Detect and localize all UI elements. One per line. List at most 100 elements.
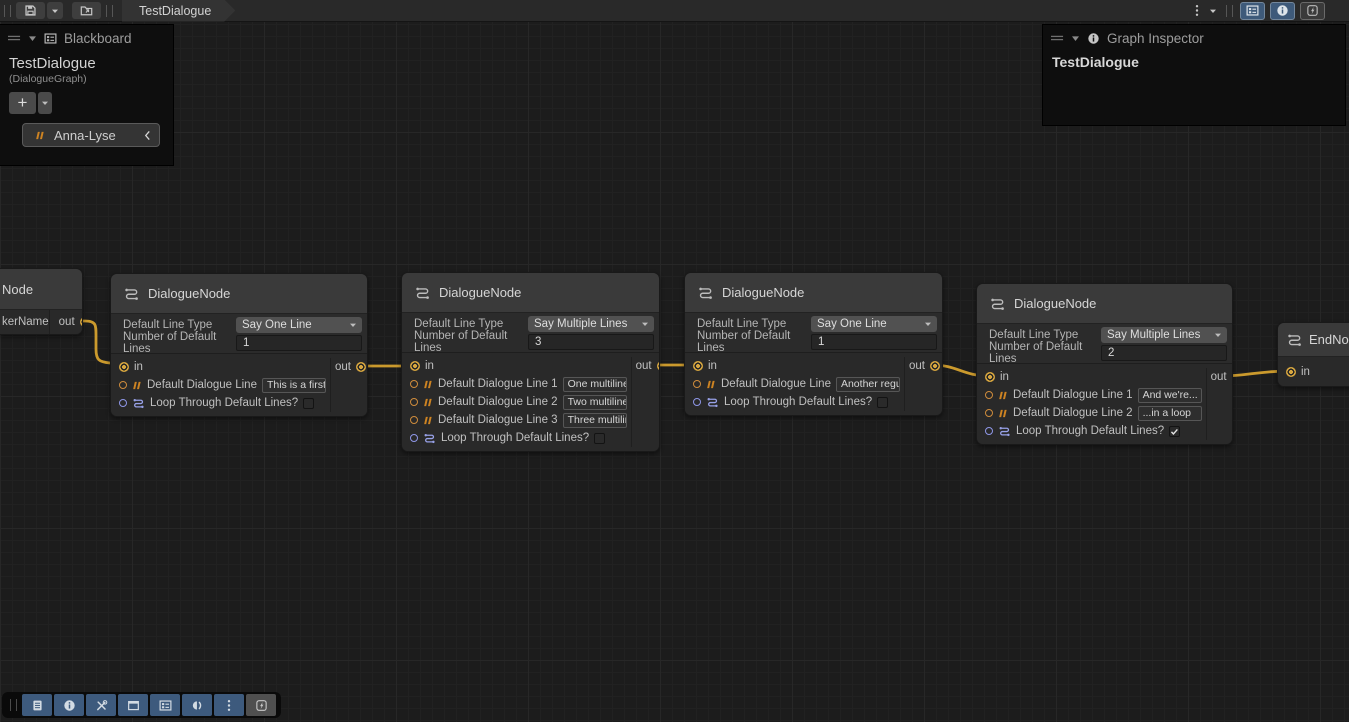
node-title-bar[interactable]: DialogueNode [111, 274, 367, 314]
end-node[interactable]: EndNode in [1277, 322, 1349, 387]
number-of-lines-field[interactable]: 1 [236, 335, 362, 351]
dialogue-line-field[interactable]: ...in a loop [1138, 406, 1202, 421]
bool-input-port[interactable] [693, 398, 701, 406]
exec-output-port[interactable] [930, 361, 940, 371]
blackboard-graph-name: TestDialogue [0, 51, 173, 72]
add-field-arrow-button[interactable] [38, 92, 52, 114]
port-row: in [1278, 357, 1349, 386]
chevron-left-icon[interactable] [144, 130, 151, 141]
output-ports: out [904, 357, 943, 411]
dialogue-node-2[interactable]: DialogueNodeDefault Line TypeSay Multipl… [401, 272, 660, 452]
blackboard-button[interactable] [150, 694, 180, 716]
bolt-icon [255, 699, 268, 712]
save-options-button[interactable] [47, 2, 63, 19]
graph-button[interactable] [246, 694, 276, 716]
property-row: Number of Default Lines1 [111, 334, 367, 352]
exec-output-port[interactable] [356, 362, 366, 372]
add-field-button[interactable]: + [9, 92, 36, 114]
string-input-port[interactable] [410, 398, 418, 406]
string-input-port[interactable] [119, 381, 127, 389]
line-type-dropdown[interactable]: Say Multiple Lines [528, 316, 654, 332]
dropdown-arrow-icon [1214, 331, 1222, 339]
kebab-icon [227, 699, 231, 712]
line-type-dropdown[interactable]: Say Multiple Lines [1101, 327, 1227, 343]
dialogue-line-field[interactable]: Another regular [836, 377, 900, 392]
overflow-menu-button[interactable] [1191, 2, 1203, 19]
port-row: Default Dialogue Line 1And we're... [977, 386, 1206, 404]
exec-output-port[interactable] [1232, 372, 1233, 382]
string-input-port[interactable] [410, 380, 418, 388]
toggle-inspector-button[interactable] [1270, 2, 1295, 20]
port-label: in [1301, 366, 1310, 378]
graph-inspector-panel: Graph Inspector TestDialogue [1043, 25, 1345, 125]
bool-input-port[interactable] [410, 434, 418, 442]
dialogue-node-1[interactable]: DialogueNodeDefault Line TypeSay One Lin… [110, 273, 368, 417]
panel-drag-handle-icon[interactable] [8, 34, 21, 42]
tab-testdialogue[interactable]: TestDialogue [122, 0, 235, 22]
dialogue-line-field[interactable]: Two multiline [563, 395, 627, 410]
collapse-caret-icon[interactable] [1071, 35, 1080, 42]
toolbar-drag-handle[interactable] [106, 5, 113, 17]
blackboard-field-anna-lyse[interactable]: Anna-Lyse [22, 123, 160, 147]
dialogue-line-field[interactable]: This is a first [262, 378, 326, 393]
string-input-port[interactable] [410, 416, 418, 424]
overflow-arrow-button[interactable] [1205, 2, 1221, 19]
exec-input-port[interactable] [985, 372, 995, 382]
line-type-dropdown[interactable]: Say One Line [811, 316, 937, 332]
node-title-bar[interactable]: DialogueNode [402, 273, 659, 313]
loop-checkbox[interactable] [877, 397, 888, 408]
exec-output-port[interactable] [80, 317, 83, 327]
toolbar-drag-handle[interactable] [10, 699, 17, 711]
toolbar-drag-handle[interactable] [4, 5, 11, 17]
exec-input-port[interactable] [410, 361, 420, 371]
toggle-blackboard-button[interactable] [1240, 2, 1265, 20]
property-row: Number of Default Lines2 [977, 344, 1232, 362]
input-ports: inDefault Dialogue LineAnother regularLo… [685, 357, 904, 411]
line-type-dropdown[interactable]: Say One Line [236, 317, 362, 333]
graph-canvas[interactable]: NodekerNameout DialogueNodeDefault Line T… [0, 0, 1349, 722]
collapse-caret-icon[interactable] [28, 35, 37, 42]
overflow-button[interactable] [214, 694, 244, 716]
inspector-button[interactable] [54, 694, 84, 716]
window-button[interactable] [118, 694, 148, 716]
dialogue-node-4[interactable]: DialogueNodeDefault Line TypeSay Multipl… [976, 283, 1233, 445]
exec-input-port[interactable] [1286, 367, 1296, 377]
input-ports: inDefault Dialogue LineThis is a firstLo… [111, 358, 330, 412]
console-button[interactable] [22, 694, 52, 716]
start-node[interactable]: NodekerNameout [0, 268, 83, 335]
exec-output-port[interactable] [657, 361, 660, 371]
string-input-port[interactable] [985, 409, 993, 417]
number-of-lines-field[interactable]: 3 [528, 334, 654, 350]
dialogue-button[interactable] [182, 694, 212, 716]
output-ports: out [631, 357, 660, 447]
exec-input-port[interactable] [693, 361, 703, 371]
toggle-graph-button[interactable] [1300, 2, 1325, 20]
node-title-bar[interactable]: DialogueNode [977, 284, 1232, 324]
bool-input-port[interactable] [119, 399, 127, 407]
dialogue-node-3[interactable]: DialogueNodeDefault Line TypeSay One Lin… [684, 272, 943, 416]
node-title-bar[interactable]: EndNode [1278, 323, 1349, 357]
dropdown-arrow-icon [41, 99, 49, 107]
dialogue-line-field[interactable]: Three multiline [563, 413, 627, 428]
number-of-lines-field[interactable]: 1 [811, 334, 937, 350]
toolbar-drag-handle[interactable] [1226, 5, 1233, 17]
loop-checkbox[interactable] [303, 398, 314, 409]
dialogue-line-field[interactable]: One multiline [563, 377, 627, 392]
save-button[interactable] [16, 2, 45, 19]
node-title-bar[interactable]: Node [0, 269, 82, 310]
number-of-lines-field[interactable]: 2 [1101, 345, 1227, 361]
string-input-port[interactable] [693, 380, 701, 388]
node-title-bar[interactable]: DialogueNode [685, 273, 942, 313]
info-icon [1276, 4, 1289, 17]
bool-input-port[interactable] [985, 427, 993, 435]
loop-checkbox[interactable] [594, 433, 605, 444]
dialogue-line-field[interactable]: And we're... [1138, 388, 1202, 403]
exec-input-port[interactable] [119, 362, 129, 372]
tools-button[interactable] [86, 694, 116, 716]
kebab-icon [1195, 4, 1199, 17]
load-button[interactable] [72, 2, 101, 19]
loop-checkbox[interactable] [1169, 426, 1180, 437]
string-input-port[interactable] [985, 391, 993, 399]
port-row: out [1207, 368, 1233, 386]
panel-drag-handle-icon[interactable] [1051, 34, 1064, 42]
